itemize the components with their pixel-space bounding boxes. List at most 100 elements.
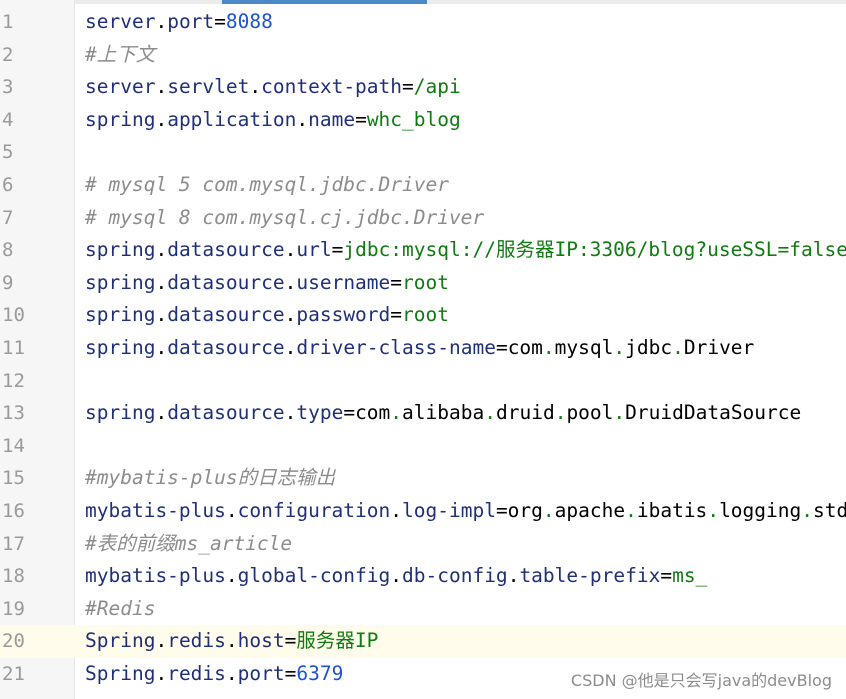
code-line[interactable]: 11 spring.datasource.driver-class-name=co… bbox=[0, 332, 846, 365]
code-line[interactable]: 14 bbox=[0, 430, 846, 463]
code-token: . bbox=[155, 303, 168, 327]
code-token: application bbox=[167, 107, 297, 131]
code-token: . bbox=[390, 564, 403, 588]
line-code[interactable]: mybatis-plus.configuration.log-impl=org.… bbox=[85, 495, 846, 528]
line-code[interactable]: spring.datasource.password=root bbox=[85, 299, 449, 332]
line-number: 16 bbox=[2, 499, 25, 522]
comment-text: # mysql 5 com.mysql.jdbc.Driver bbox=[85, 172, 449, 196]
code-line[interactable]: 1 server.port=8088 bbox=[0, 6, 846, 39]
code-line[interactable]: 18 mybatis-plus.global-config.db-config.t… bbox=[0, 560, 846, 593]
code-token: . bbox=[155, 10, 168, 33]
active-tab-indicator[interactable] bbox=[222, 0, 427, 4]
code-line[interactable]: 10 spring.datasource.password=root bbox=[0, 299, 846, 332]
code-line[interactable]: 17 #表的前缀ms_article bbox=[0, 528, 846, 561]
code-line[interactable]: 12 bbox=[0, 365, 846, 398]
line-code[interactable]: spring.application.name=whc_blog bbox=[85, 104, 461, 137]
code-token: . bbox=[155, 661, 168, 685]
code-token: . bbox=[225, 564, 238, 588]
code-token: mysql bbox=[554, 335, 614, 359]
code-token: . bbox=[801, 498, 813, 522]
line-code[interactable]: Spring.redis.port=6379 bbox=[85, 658, 343, 691]
code-token: . bbox=[284, 238, 297, 262]
line-code[interactable]: #mybatis-plus的日志输出 bbox=[85, 462, 335, 495]
line-code[interactable]: # mysql 5 com.mysql.jdbc.Driver bbox=[85, 169, 449, 202]
code-line[interactable]: 16 mybatis-plus.configuration.log-impl=or… bbox=[0, 495, 846, 528]
code-token: /api bbox=[413, 75, 461, 99]
code-line[interactable]: 13 spring.datasource.type=com.alibaba.dru… bbox=[0, 397, 846, 430]
code-token: datasource bbox=[167, 238, 285, 262]
code-token: = bbox=[284, 629, 297, 653]
watermark: CSDN @他是只会写java的devBlog bbox=[570, 671, 832, 690]
code-token: 6379 bbox=[296, 661, 344, 685]
line-code[interactable]: spring.datasource.username=root bbox=[85, 267, 449, 300]
code-token: datasource bbox=[167, 270, 285, 294]
code-token: . bbox=[225, 629, 238, 653]
code-token: table-prefix bbox=[519, 564, 661, 588]
code-token: . bbox=[284, 270, 297, 294]
line-code[interactable]: spring.datasource.driver-class-name=com.… bbox=[85, 332, 754, 365]
code-token: type bbox=[296, 401, 344, 425]
code-line[interactable]: 9 spring.datasource.username=root bbox=[0, 267, 846, 300]
code-token: = bbox=[402, 75, 414, 99]
line-number: 13 bbox=[2, 402, 25, 425]
comment-text: #表的前缀ms_article bbox=[85, 531, 293, 555]
code-line[interactable]: 20 Spring.redis.host=服务器IP bbox=[0, 625, 846, 658]
line-code[interactable]: #上下文 bbox=[85, 39, 155, 72]
code-token: = bbox=[214, 10, 226, 33]
code-token: . bbox=[155, 270, 168, 294]
code-token: . bbox=[225, 498, 238, 522]
code-line[interactable]: 7 # mysql 8 com.mysql.cj.jdbc.Driver bbox=[0, 202, 846, 235]
code-line[interactable]: 6 # mysql 5 com.mysql.jdbc.Driver bbox=[0, 169, 846, 202]
code-token: ms_ bbox=[672, 564, 708, 588]
editor-lines[interactable]: 1 server.port=8088 2 #上下文 3 server.servlet.co… bbox=[0, 6, 846, 690]
line-code[interactable]: Spring.redis.host=服务器IP bbox=[85, 625, 378, 658]
code-token: ibatis bbox=[636, 498, 708, 522]
code-token: server bbox=[85, 75, 156, 99]
code-token: port bbox=[167, 10, 215, 33]
line-code[interactable]: # mysql 8 com.mysql.cj.jdbc.Driver bbox=[85, 202, 484, 235]
code-token: mybatis-plus bbox=[85, 498, 226, 522]
code-token: password bbox=[296, 303, 391, 327]
code-token: servlet bbox=[167, 75, 250, 99]
code-token: = bbox=[331, 238, 344, 262]
code-line[interactable]: 4 spring.application.name=whc_blog bbox=[0, 104, 846, 137]
line-code[interactable]: server.port=8088 bbox=[85, 6, 273, 39]
code-token: . bbox=[155, 401, 168, 425]
code-token: Spring bbox=[85, 661, 156, 685]
line-number: 8 bbox=[2, 239, 14, 262]
code-line[interactable]: 19 #Redis bbox=[0, 593, 846, 626]
code-token: . bbox=[613, 401, 626, 425]
line-number: 15 bbox=[2, 467, 25, 490]
code-token: . bbox=[284, 401, 297, 425]
code-line[interactable]: 8 spring.datasource.url=jdbc:mysql://服务器I… bbox=[0, 234, 846, 267]
code-line[interactable]: 3 server.servlet.context-path=/api bbox=[0, 71, 846, 104]
line-number: 3 bbox=[2, 76, 14, 99]
code-token: . bbox=[507, 564, 520, 588]
code-token: port bbox=[237, 661, 285, 685]
line-number: 14 bbox=[2, 434, 25, 457]
code-token: Spring bbox=[85, 629, 156, 653]
line-code[interactable]: spring.datasource.url=jdbc:mysql://服务器IP… bbox=[85, 234, 846, 267]
code-token: datasource bbox=[167, 303, 285, 327]
line-code[interactable]: spring.datasource.type=com.alibaba.druid… bbox=[85, 397, 801, 430]
code-token: . bbox=[155, 238, 168, 262]
code-token: = bbox=[284, 661, 297, 685]
code-token: 服务器IP bbox=[296, 629, 379, 653]
code-token: configuration bbox=[237, 498, 391, 522]
line-number: 11 bbox=[2, 336, 25, 359]
code-token: db-config bbox=[402, 564, 508, 588]
line-number: 12 bbox=[2, 369, 25, 392]
code-token: . bbox=[284, 335, 297, 359]
code-token: . bbox=[155, 335, 168, 359]
line-code[interactable]: #Redis bbox=[85, 593, 155, 626]
code-line[interactable]: 15 #mybatis-plus的日志输出 bbox=[0, 462, 846, 495]
line-code[interactable]: #表的前缀ms_article bbox=[85, 528, 292, 561]
code-line[interactable]: 5 bbox=[0, 136, 846, 169]
line-number: 1 bbox=[2, 11, 14, 33]
code-editor[interactable]: 1 server.port=8088 2 #上下文 3 server.servlet.co… bbox=[0, 0, 846, 699]
line-number: 21 bbox=[2, 662, 25, 685]
code-token: 8088 bbox=[225, 10, 273, 33]
code-line[interactable]: 2 #上下文 bbox=[0, 39, 846, 72]
line-code[interactable]: server.servlet.context-path=/api bbox=[85, 71, 461, 104]
line-code[interactable]: mybatis-plus.global-config.db-config.tab… bbox=[85, 560, 707, 593]
